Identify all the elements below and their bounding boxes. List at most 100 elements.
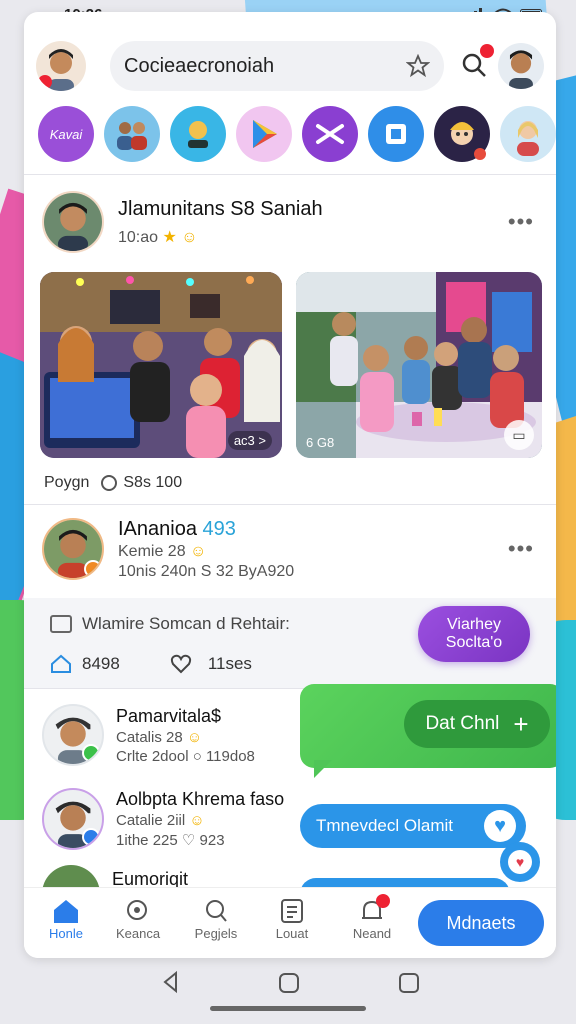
people-icon	[117, 122, 147, 150]
like-count: 8498	[82, 654, 120, 673]
comment-icon: ○	[192, 747, 202, 765]
friend-line1: Catalie 2iil	[116, 812, 186, 829]
post-header: Jlamunitans S8 Saniah 10:ao ★ ☺ •••	[42, 190, 538, 254]
variety-button[interactable]: Viarhey Soclta'o	[418, 606, 530, 662]
home-button-icon[interactable]	[278, 972, 300, 994]
post-photo-right[interactable]: 6 G8 ▭	[296, 272, 542, 458]
more-options-icon[interactable]: •••	[508, 209, 534, 235]
story-family[interactable]	[104, 106, 160, 162]
cheer-icon	[188, 121, 208, 148]
nav-notifications-label: Neand	[352, 926, 392, 941]
app-window: Cocieaecronoiah Kavai Jlamunitans S8 San…	[24, 12, 556, 958]
search-icon	[127, 900, 147, 920]
smile-emoji-icon: ☺	[190, 542, 207, 560]
friend-line2: Crlte 2dool	[116, 747, 189, 765]
bottom-nav: Honle Keanca Pegjels Louat Neand Mdnaets	[24, 887, 556, 958]
heart-reaction-icon: ♥	[508, 850, 532, 874]
camera-icon[interactable]: ▭	[504, 420, 534, 450]
photo-caption: ac3 >	[227, 431, 272, 450]
search-input[interactable]: Cocieaecronoiah	[124, 55, 274, 78]
post-meta-row: Poygn S8s 100	[44, 474, 182, 492]
nav-notifications[interactable]: Neand	[342, 894, 402, 941]
online-badge	[82, 744, 100, 762]
story-apps[interactable]	[368, 106, 424, 162]
more-options-icon[interactable]: •••	[508, 536, 534, 562]
top-bar: Cocieaecronoiah	[36, 38, 544, 94]
bubble-tail	[314, 760, 332, 778]
story-kavai[interactable]: Kavai	[38, 106, 94, 162]
post-photo-left[interactable]: ac3 >	[40, 272, 282, 458]
friend-line2b: 923	[199, 832, 225, 849]
back-icon[interactable]	[160, 970, 182, 994]
photo-caption: 6 G8	[306, 435, 335, 450]
people-icon	[206, 900, 227, 922]
search-icon[interactable]	[460, 44, 494, 80]
notification-badge	[376, 894, 390, 908]
heart-small-icon: ♡	[181, 832, 196, 849]
friend-avatar[interactable]	[42, 788, 104, 850]
home-like-icon[interactable]	[50, 654, 72, 674]
activity-banner: Wlamire Somcan d Rehtair: 8498 11ses Via…	[24, 598, 556, 688]
friend-line2b: 119do8	[205, 747, 255, 765]
post-timestamp: 10:ao	[118, 228, 159, 246]
nav-people[interactable]: Pegjels	[186, 896, 246, 941]
star-emoji-icon: ★	[162, 228, 177, 246]
banner-text: Wlamire Somcan d Rehtair:	[82, 614, 290, 633]
heart-icon[interactable]: ♥	[484, 810, 516, 842]
person-avatar-icon	[44, 193, 102, 251]
list-icon	[281, 899, 303, 923]
nav-home[interactable]: Honle	[36, 896, 96, 941]
heart-icon[interactable]	[170, 654, 192, 674]
message-bubble[interactable]: Tmnevdecl Olamit ♥	[300, 804, 526, 848]
recents-icon[interactable]	[398, 972, 420, 994]
message-bubble-text: Tmnevdecl Olamit	[316, 816, 453, 835]
gesture-bar[interactable]	[210, 1006, 366, 1011]
clock-icon	[101, 475, 118, 491]
start-chat-label: Dat Chnl	[425, 713, 500, 734]
post2-header: IAnanioa 493 Kemie 28 ☺ 10nis 240n S 32 …	[42, 514, 538, 584]
chat-panel: Dat Chnl +	[300, 684, 556, 768]
account-avatar[interactable]	[498, 43, 544, 89]
post-meta-count: S8s 100	[123, 474, 183, 491]
story-friend[interactable]	[500, 106, 556, 162]
story-play-store[interactable]	[236, 106, 292, 162]
search-badge	[480, 44, 494, 58]
story-label: Kavai	[49, 126, 83, 142]
post-avatar[interactable]	[42, 191, 104, 253]
friend-avatar[interactable]	[42, 704, 104, 766]
star-icon[interactable]	[406, 54, 430, 78]
reaction-bubble[interactable]: ♥	[500, 842, 540, 882]
heart-count: 11ses	[207, 654, 252, 673]
plus-icon: +	[513, 708, 529, 739]
nav-people-label: Pegjels	[194, 926, 238, 941]
post2-line1: Kemie 28	[118, 542, 186, 560]
story-games[interactable]	[302, 106, 358, 162]
search-bar[interactable]: Cocieaecronoiah	[110, 41, 444, 91]
puzzle-icon	[386, 124, 406, 144]
friend-item[interactable]: Aolbpta Khrema faso Catalie 2iil ☺ 1ithe…	[42, 784, 302, 854]
profile-avatar[interactable]	[36, 41, 86, 91]
nav-list[interactable]: Louat	[262, 896, 322, 941]
post-author-name[interactable]: Jlamunitans S8 Saniah	[118, 198, 323, 221]
story-badge	[474, 148, 486, 160]
story-cartoon[interactable]	[434, 106, 490, 162]
post2-line2: 10nis 240n S 32 ByA920	[118, 562, 295, 580]
post-meta-text: Poygn	[44, 474, 90, 491]
notification-badge	[38, 75, 52, 89]
story-cheer[interactable]	[170, 106, 226, 162]
smile-emoji-icon: ☺	[189, 812, 205, 829]
post2-author-name[interactable]: IAnanioa	[118, 518, 197, 540]
start-chat-button[interactable]: Dat Chnl +	[404, 700, 550, 748]
friend-name: Aolbpta Khrema faso	[116, 789, 285, 809]
nav-search[interactable]: Keanca	[108, 896, 168, 941]
primary-action-button[interactable]: Mdnaets	[418, 900, 544, 946]
home-icon	[54, 900, 78, 923]
status-badge	[82, 828, 100, 846]
post2-avatar[interactable]	[42, 518, 104, 580]
gamepad-icon	[316, 124, 344, 144]
friend-item[interactable]: Pamarvitala$ Catalis 28 ☺ Crlte 2dool ○ …	[42, 700, 302, 770]
nav-search-label: Keanca	[115, 926, 161, 941]
friend-name: Pamarvitala$	[116, 705, 222, 726]
person-avatar-icon	[509, 50, 533, 89]
smile-emoji-icon: ☺	[181, 228, 198, 246]
